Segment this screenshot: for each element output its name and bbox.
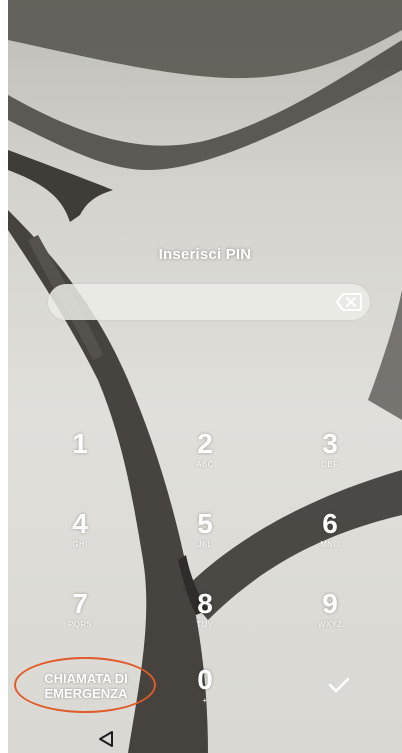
backspace-button[interactable] [332, 288, 366, 316]
emergency-label-line1: CHIAMATA DI [44, 671, 128, 686]
key-letters: PQRS [68, 620, 92, 629]
backspace-icon [336, 293, 362, 311]
emergency-call-button[interactable]: CHIAMATA DI EMERGENZA [16, 660, 156, 712]
key-letters: WXYZ [317, 620, 343, 629]
key-letters: DEF [321, 460, 339, 469]
key-letters: ABC [196, 460, 214, 469]
key-digit: 7 [72, 588, 88, 619]
keypad-key-6[interactable]: 6 MNO [285, 498, 375, 562]
lock-screen: Inserisci PIN 1 2 ABC 3 DEF 4 GHI 5 JKL … [8, 0, 402, 753]
key-digit: 4 [72, 508, 88, 539]
key-digit: 9 [322, 588, 338, 619]
keypad-key-5[interactable]: 5 JKL [160, 498, 250, 562]
checkmark-icon [328, 677, 350, 693]
key-digit: 8 [197, 588, 213, 619]
back-triangle-icon [99, 731, 113, 747]
keypad-key-9[interactable]: 9 WXYZ [285, 578, 375, 642]
key-digit: 3 [322, 428, 338, 459]
key-digit: 1 [72, 428, 88, 459]
key-digit: 6 [322, 508, 338, 539]
nav-back-button[interactable] [94, 728, 118, 750]
key-letters: JKL [197, 540, 213, 549]
key-digit: 5 [197, 508, 213, 539]
page-title: Inserisci PIN [158, 246, 252, 263]
key-letters: + [202, 696, 208, 705]
keypad-key-1[interactable]: 1 [35, 418, 125, 482]
emergency-label-line2: EMERGENZA [44, 686, 128, 701]
key-digit: 2 [197, 428, 213, 459]
confirm-button[interactable] [304, 660, 374, 710]
key-digit: 0 [197, 664, 213, 695]
keypad-key-3[interactable]: 3 DEF [285, 418, 375, 482]
keypad-key-0[interactable]: 0 + [160, 654, 250, 718]
keypad-key-2[interactable]: 2 ABC [160, 418, 250, 482]
keypad-key-4[interactable]: 4 GHI [35, 498, 125, 562]
key-letters: TUV [196, 620, 214, 629]
pin-input[interactable] [48, 284, 370, 320]
keypad-key-8[interactable]: 8 TUV [160, 578, 250, 642]
key-letters: MNO [320, 540, 340, 549]
key-letters: GHI [72, 540, 88, 549]
keypad-key-7[interactable]: 7 PQRS [35, 578, 125, 642]
